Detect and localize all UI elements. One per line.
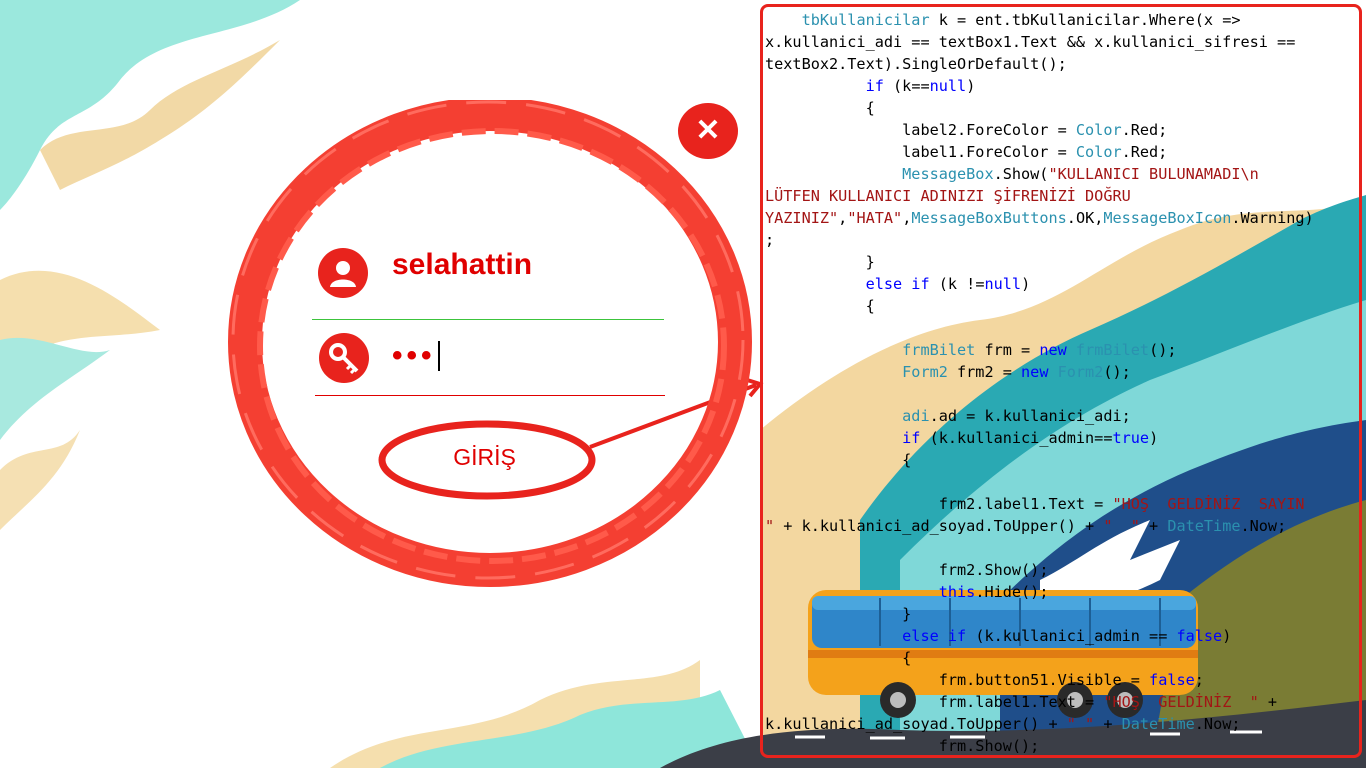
password-underline bbox=[315, 395, 665, 396]
key-icon bbox=[329, 343, 359, 375]
login-button-label: GİRİŞ bbox=[453, 443, 516, 470]
close-button[interactable]: ✕ bbox=[678, 103, 738, 159]
left-mid-sand bbox=[0, 430, 80, 530]
username-underline bbox=[312, 319, 664, 320]
user-icon bbox=[330, 261, 356, 287]
text-caret bbox=[437, 341, 440, 371]
left-teal-shape bbox=[0, 337, 110, 440]
code-snippet: tbKullanicilar k = ent.tbKullanicilar.Wh… bbox=[765, 11, 1314, 755]
password-input[interactable]: ••• bbox=[392, 336, 652, 376]
password-mask: ••• bbox=[392, 339, 436, 372]
user-avatar bbox=[318, 248, 368, 298]
login-button[interactable]: GİRİŞ bbox=[378, 418, 591, 496]
username-input[interactable] bbox=[392, 248, 652, 282]
key-avatar bbox=[319, 333, 369, 383]
close-icon: ✕ bbox=[695, 114, 721, 147]
